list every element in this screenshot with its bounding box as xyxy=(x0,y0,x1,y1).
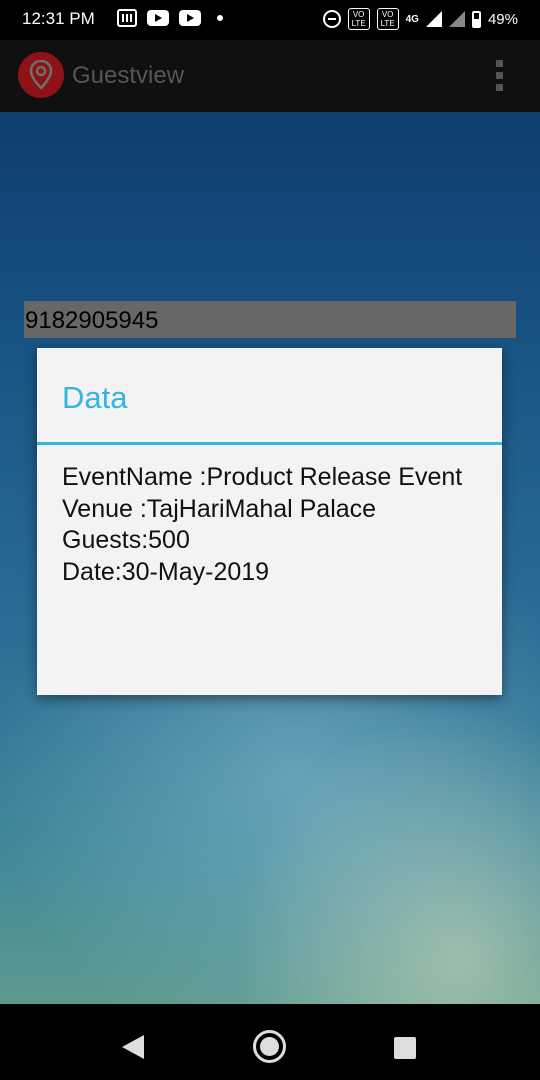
signal-icon xyxy=(425,11,442,27)
back-icon[interactable] xyxy=(122,1035,144,1059)
data-dialog: Data EventName :Product Release Event Ve… xyxy=(37,348,502,695)
navigation-bar xyxy=(0,1004,540,1080)
network-type: 4G xyxy=(405,13,419,25)
date-line: Date:30-May-2019 xyxy=(62,557,270,586)
recents-icon[interactable] xyxy=(394,1037,416,1059)
youtube-icon xyxy=(179,10,201,26)
status-time: 12:31 PM xyxy=(22,9,95,28)
dialog-divider xyxy=(37,442,502,445)
phone-number-field[interactable]: 9182905945 xyxy=(24,301,516,338)
signal-icon xyxy=(448,11,465,27)
notification-icons xyxy=(117,9,223,27)
status-bar: 12:31 PM VO LTE VO LTE 4G 49% xyxy=(0,0,540,40)
app-title: Guestview xyxy=(72,62,185,89)
dot-icon xyxy=(217,15,223,21)
battery-percent: 49% xyxy=(487,10,518,28)
event-name-line: EventName :Product Release Event xyxy=(62,463,463,491)
battery-icon xyxy=(471,10,481,28)
guests-line: Guests:500 xyxy=(62,526,190,554)
system-icons: VO LTE VO LTE 4G 49% xyxy=(322,8,518,30)
overflow-menu-icon[interactable] xyxy=(496,60,506,92)
notification-box-icon xyxy=(117,9,137,27)
home-icon[interactable] xyxy=(253,1030,286,1063)
volte-icon: VO LTE xyxy=(376,8,399,30)
location-pin-icon xyxy=(18,52,64,98)
dialog-title: Data xyxy=(62,380,128,415)
dnd-icon xyxy=(322,10,341,28)
volte-icon: VO LTE xyxy=(347,8,370,30)
app-bar: Guestview xyxy=(0,40,540,112)
venue-line: Venue :TajHariMahal Palace xyxy=(62,494,377,523)
dialog-message: EventName :Product Release Event Venue :… xyxy=(62,462,482,588)
youtube-icon xyxy=(147,10,169,26)
